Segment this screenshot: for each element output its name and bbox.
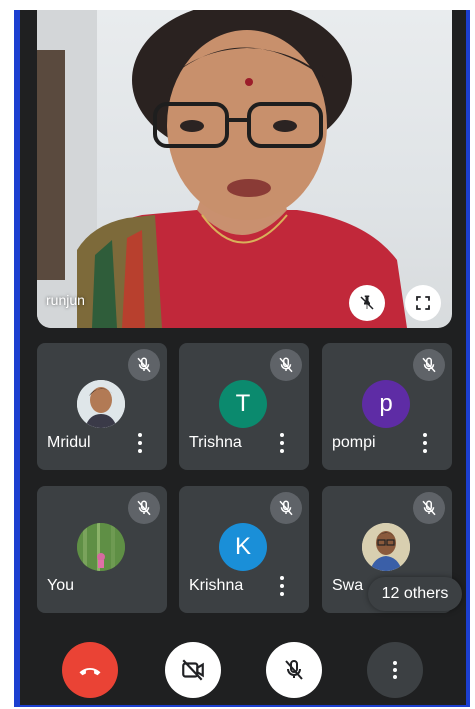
muted-indicator bbox=[128, 349, 160, 381]
more-options-icon[interactable] bbox=[137, 433, 143, 453]
avatar bbox=[77, 523, 125, 571]
mic-off-icon bbox=[137, 500, 151, 516]
avatar bbox=[77, 380, 125, 428]
participant-name: Mridul bbox=[47, 434, 91, 451]
more-options-icon bbox=[393, 661, 397, 679]
participant-tile-you[interactable]: You bbox=[37, 486, 167, 613]
camera-toggle-button[interactable] bbox=[165, 642, 221, 698]
avatar bbox=[362, 523, 410, 571]
participant-photo bbox=[362, 523, 410, 571]
unpin-button[interactable] bbox=[349, 285, 385, 321]
participant-photo bbox=[77, 380, 125, 428]
more-options-icon[interactable] bbox=[279, 433, 285, 453]
avatar-letter: T bbox=[235, 390, 251, 417]
fullscreen-button[interactable] bbox=[405, 285, 441, 321]
call-controls-bar bbox=[20, 632, 466, 705]
participant-name: pompi bbox=[332, 434, 376, 451]
mic-off-icon bbox=[285, 659, 303, 680]
more-options-icon[interactable] bbox=[422, 433, 428, 453]
main-speaker-video[interactable]: runjun bbox=[37, 10, 452, 328]
mic-off-icon bbox=[422, 357, 436, 373]
muted-indicator bbox=[413, 349, 445, 381]
participant-tile-trishna[interactable]: T Trishna bbox=[179, 343, 309, 470]
muted-indicator bbox=[128, 492, 160, 524]
participant-photo bbox=[77, 523, 125, 571]
participant-name: You bbox=[47, 577, 74, 594]
mic-off-icon bbox=[422, 500, 436, 516]
participant-tile-pompi[interactable]: p pompi bbox=[322, 343, 452, 470]
others-count-badge[interactable]: 12 others bbox=[368, 577, 462, 611]
fullscreen-icon bbox=[416, 296, 430, 310]
mic-off-icon bbox=[137, 357, 151, 373]
muted-indicator bbox=[413, 492, 445, 524]
avatar-letter: p bbox=[379, 390, 393, 417]
participant-tile-krishna[interactable]: K Krishna bbox=[179, 486, 309, 613]
mic-toggle-button[interactable] bbox=[266, 642, 322, 698]
avatar: K bbox=[219, 523, 267, 571]
more-options-button[interactable] bbox=[367, 642, 423, 698]
participant-tile-mridul[interactable]: Mridul bbox=[37, 343, 167, 470]
muted-indicator bbox=[270, 492, 302, 524]
avatar: p bbox=[362, 380, 410, 428]
speaker-name-label: runjun bbox=[46, 292, 85, 308]
more-options-icon[interactable] bbox=[279, 576, 285, 596]
avatar: T bbox=[219, 380, 267, 428]
muted-indicator bbox=[270, 349, 302, 381]
participant-name: Krishna bbox=[189, 577, 244, 594]
mic-off-icon bbox=[279, 357, 293, 373]
mic-off-icon bbox=[279, 500, 293, 516]
camera-off-icon bbox=[182, 659, 204, 681]
avatar-letter: K bbox=[234, 533, 251, 560]
participant-name: Trishna bbox=[189, 434, 242, 451]
end-call-icon bbox=[79, 667, 101, 676]
participant-name: Swa bbox=[332, 577, 364, 594]
end-call-button[interactable] bbox=[62, 642, 118, 698]
unpin-icon bbox=[360, 295, 374, 310]
meeting-screen: runjun Mridul T Trishna p pompi You K Kr… bbox=[20, 10, 466, 705]
speaker-video-frame bbox=[37, 10, 407, 328]
